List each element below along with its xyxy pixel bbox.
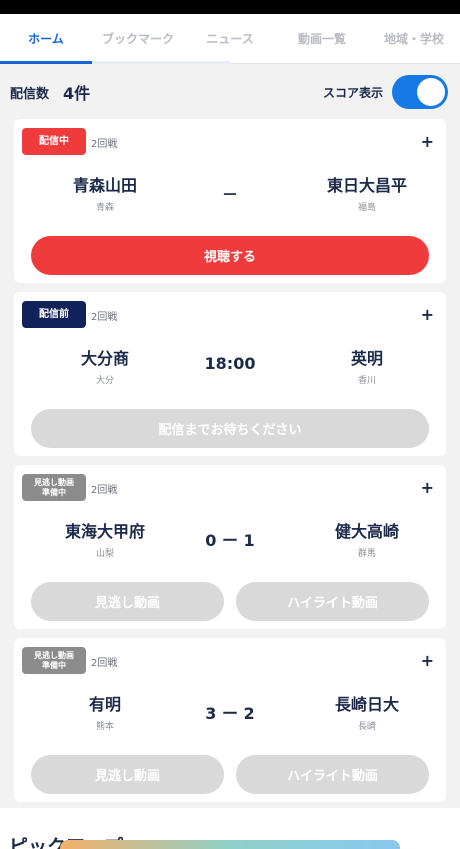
- home-team-prefecture: 大分: [95, 376, 114, 386]
- broadcast-count-label: 配信数: [10, 86, 50, 102]
- watch-button[interactable]: 視聴する: [31, 236, 429, 275]
- away-team-prefecture: 香川: [357, 376, 376, 386]
- tab-bar: ホーム ブックマーク ニュース 動画一覧 地域・学校: [0, 14, 460, 64]
- match-card: 配信前 2回戦 + 大分商 大分 18:00 英明 香川 配信までお待ちください: [14, 292, 446, 456]
- round-label: 2回戦: [91, 312, 118, 323]
- away-team: 東日大昌平 福島: [292, 172, 442, 213]
- match-start-time: 18:00: [204, 354, 256, 373]
- away-team-name: 長崎日大: [334, 695, 399, 714]
- highlight-video-button[interactable]: ハイライト動画: [236, 755, 429, 794]
- round-label: 2回戦: [91, 139, 118, 150]
- away-team-name: 英明: [350, 349, 383, 368]
- away-team: 英明 香川: [292, 345, 442, 386]
- tab-scroll-track: [92, 61, 230, 64]
- plus-icon[interactable]: +: [421, 478, 434, 497]
- away-team-prefecture: 福島: [357, 203, 376, 213]
- away-team-prefecture: 群馬: [357, 549, 376, 559]
- active-tab-indicator: [0, 61, 92, 64]
- tab-news[interactable]: ニュース: [184, 30, 276, 47]
- tab-home[interactable]: ホーム: [0, 30, 92, 47]
- toggle-knob: [417, 78, 445, 106]
- tab-region-school[interactable]: 地域・学校: [368, 30, 460, 47]
- round-label: 2回戦: [91, 658, 118, 669]
- status-badge: 見逃し動画 準備中: [22, 474, 86, 501]
- status-badge: 配信前: [22, 301, 86, 328]
- match-score: 3 ー 2: [205, 704, 255, 723]
- plus-icon[interactable]: +: [421, 132, 434, 151]
- highlight-video-button[interactable]: ハイライト動画: [236, 582, 429, 621]
- match-card: 配信中 2回戦 + 青森山田 青森 － 東日大昌平 福島 視聴する: [14, 119, 446, 283]
- score-display-toggle[interactable]: [392, 75, 448, 109]
- match-card: 見逃し動画 準備中 2回戦 + 有明 熊本 3 ー 2 長崎日大 長崎 見逃し動…: [14, 638, 446, 802]
- status-badge: 配信中: [22, 128, 86, 155]
- status-bar: [0, 0, 460, 14]
- away-team-name: 東日大昌平: [326, 176, 407, 195]
- wait-for-broadcast-button[interactable]: 配信までお待ちください: [31, 409, 429, 448]
- plus-icon[interactable]: +: [421, 305, 434, 324]
- away-team: 健大高崎 群馬: [292, 518, 442, 559]
- pickup-section: ピックアップ: [0, 808, 460, 849]
- match-score: 0 ー 1: [205, 531, 255, 550]
- tab-bookmark[interactable]: ブックマーク: [92, 30, 184, 47]
- status-badge: 見逃し動画 準備中: [22, 647, 86, 674]
- score-display-label: スコア表示: [322, 85, 383, 100]
- round-label: 2回戦: [91, 485, 118, 496]
- pickup-banner[interactable]: [60, 840, 400, 849]
- missed-video-button[interactable]: 見逃し動画: [31, 755, 224, 794]
- plus-icon[interactable]: +: [421, 651, 434, 670]
- tab-videos[interactable]: 動画一覧: [276, 30, 368, 47]
- match-card: 見逃し動画 準備中 2回戦 + 東海大甲府 山梨 0 ー 1 健大高崎 群馬 見…: [14, 465, 446, 629]
- broadcast-summary: 配信数 4件 スコア表示: [0, 64, 460, 120]
- missed-video-button[interactable]: 見逃し動画: [31, 582, 224, 621]
- broadcast-count-value: 4件: [63, 84, 91, 103]
- away-team-name: 健大高崎: [334, 522, 399, 541]
- away-team: 長崎日大 長崎: [292, 691, 442, 732]
- away-team-prefecture: 長崎: [357, 722, 376, 732]
- match-center: －: [221, 185, 238, 204]
